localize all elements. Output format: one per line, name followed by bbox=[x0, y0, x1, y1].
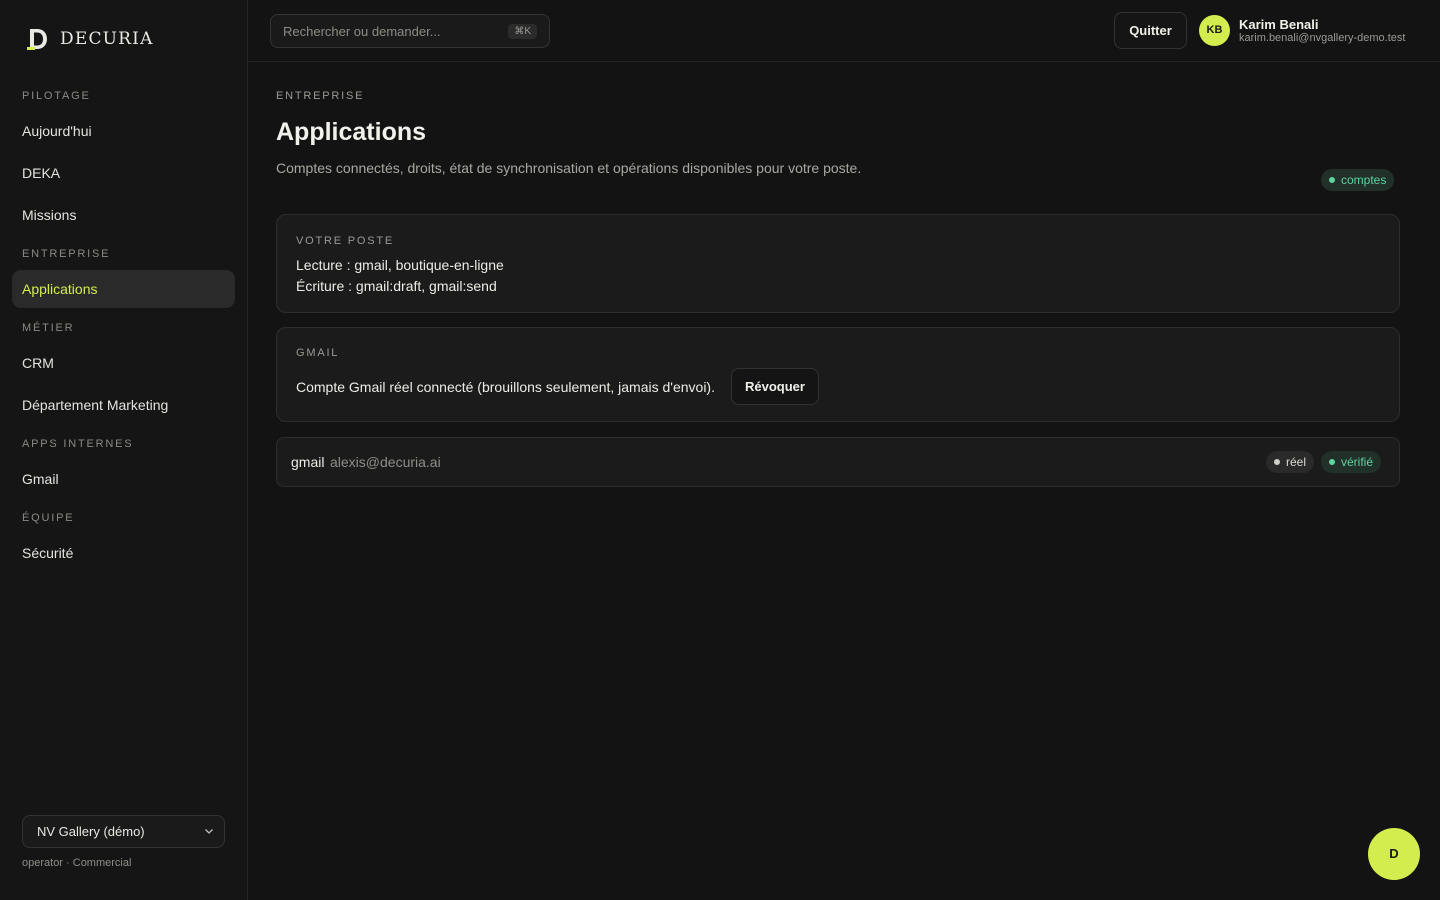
poste-card-label: VOTRE POSTE bbox=[296, 235, 395, 247]
status-badge-verifie: vérifié bbox=[1321, 451, 1382, 473]
topbar: ⌘K Quitter KB Karim Benali karim.benali@… bbox=[248, 0, 1440, 62]
account-provider: gmail bbox=[291, 454, 325, 470]
sidebar-item-crm[interactable]: CRM bbox=[12, 344, 235, 382]
decuria-logo-icon bbox=[27, 29, 47, 50]
user-role-line: operator · Commercial bbox=[22, 857, 132, 869]
nav-section-equipe: ÉQUIPE bbox=[22, 512, 75, 524]
page-description: Comptes connectés, droits, état de synch… bbox=[276, 160, 862, 176]
search-input[interactable] bbox=[283, 23, 503, 39]
brand-name: DECURIA bbox=[60, 29, 154, 49]
sidebar-item-applications[interactable]: Applications bbox=[12, 270, 235, 308]
sidebar-nav: PILOTAGE Aujourd'hui DEKA Missions ENTRE… bbox=[12, 80, 235, 576]
nav-section-apps-internes: APPS INTERNES bbox=[22, 438, 134, 450]
gmail-card-description: Compte Gmail réel connecté (brouillons s… bbox=[296, 379, 715, 395]
page-title: Applications bbox=[276, 118, 427, 146]
sidebar-item-departement-marketing[interactable]: Département Marketing bbox=[12, 386, 235, 424]
brand-logo[interactable]: DECURIA bbox=[26, 26, 154, 52]
assistant-fab-button[interactable]: D bbox=[1368, 828, 1420, 880]
search-box[interactable]: ⌘K bbox=[270, 14, 550, 48]
status-badge-reel: réel bbox=[1266, 451, 1315, 473]
poste-card: VOTRE POSTE Lecture : gmail, boutique-en… bbox=[276, 214, 1400, 313]
nav-section-entreprise: ENTREPRISE bbox=[22, 248, 111, 260]
gmail-card: GMAIL Compte Gmail réel connecté (brouil… bbox=[276, 327, 1400, 422]
sidebar-item-aujourdhui[interactable]: Aujourd'hui bbox=[12, 112, 235, 150]
nav-section-metier: MÉTIER bbox=[22, 322, 75, 334]
poste-read-permissions: Lecture : gmail, boutique-en-ligne bbox=[296, 257, 504, 273]
search-shortcut-badge: ⌘K bbox=[508, 24, 537, 39]
sidebar-item-securite[interactable]: Sécurité bbox=[12, 534, 235, 572]
workspace-select-value: NV Gallery (démo) bbox=[37, 824, 145, 839]
revoke-button[interactable]: Révoquer bbox=[731, 368, 819, 405]
gmail-card-label: GMAIL bbox=[296, 347, 340, 359]
sidebar-item-gmail[interactable]: Gmail bbox=[12, 460, 235, 498]
nav-section-pilotage: PILOTAGE bbox=[22, 90, 91, 102]
workspace-select[interactable]: NV Gallery (démo) bbox=[22, 815, 225, 848]
quit-button[interactable]: Quitter bbox=[1114, 12, 1187, 49]
account-email: alexis@decuria.ai bbox=[330, 454, 441, 470]
avatar[interactable]: KB bbox=[1199, 15, 1230, 46]
user-name: Karim Benali bbox=[1239, 17, 1319, 32]
sidebar-item-deka[interactable]: DEKA bbox=[12, 154, 235, 192]
sidebar-item-missions[interactable]: Missions bbox=[12, 196, 235, 234]
chevron-down-icon bbox=[205, 829, 213, 834]
poste-write-permissions: Écriture : gmail:draft, gmail:send bbox=[296, 278, 497, 294]
user-email: karim.benali@nvgallery-demo.test bbox=[1239, 32, 1406, 44]
account-row[interactable]: gmail alexis@decuria.ai réel vérifié bbox=[276, 437, 1400, 487]
breadcrumb: ENTREPRISE bbox=[276, 90, 365, 102]
sidebar: DECURIA PILOTAGE Aujourd'hui DEKA Missio… bbox=[0, 0, 248, 900]
status-badge-comptes: comptes bbox=[1321, 169, 1395, 191]
